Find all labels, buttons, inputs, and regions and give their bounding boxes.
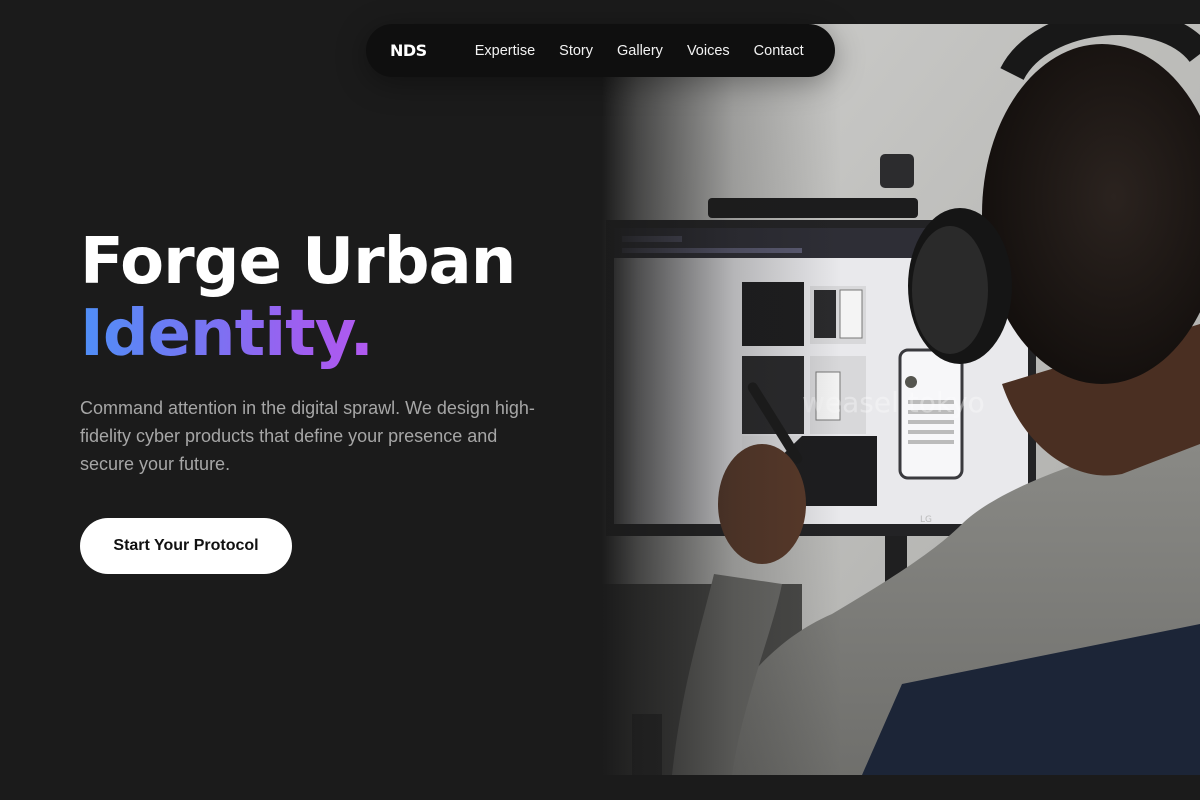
photo-watermark: weasel tokyo (802, 386, 985, 419)
top-nav: NDS Expertise Story Gallery Voices Conta… (366, 24, 835, 77)
start-protocol-button[interactable]: Start Your Protocol (80, 518, 292, 574)
monitor-brand: LG (920, 515, 932, 525)
nav-link-expertise[interactable]: Expertise (475, 43, 535, 59)
nav-link-contact[interactable]: Contact (754, 43, 804, 59)
nav-links: Expertise Story Gallery Voices Contact (475, 43, 804, 59)
nav-link-voices[interactable]: Voices (687, 43, 730, 59)
designer-at-monitor-illustration: weasel tokyo LG (602, 24, 1200, 775)
hero-title-line2: Identity. (80, 297, 374, 371)
hero-photo: weasel tokyo LG (602, 24, 1200, 775)
nav-link-story[interactable]: Story (559, 43, 593, 59)
brand-logo[interactable]: NDS (390, 41, 427, 60)
nav-link-gallery[interactable]: Gallery (617, 43, 663, 59)
hero-subtitle: Command attention in the digital sprawl.… (80, 398, 535, 474)
hero-title-line1: Forge Urban (80, 225, 516, 299)
hero-title: Forge Urban Identity. (80, 225, 516, 371)
